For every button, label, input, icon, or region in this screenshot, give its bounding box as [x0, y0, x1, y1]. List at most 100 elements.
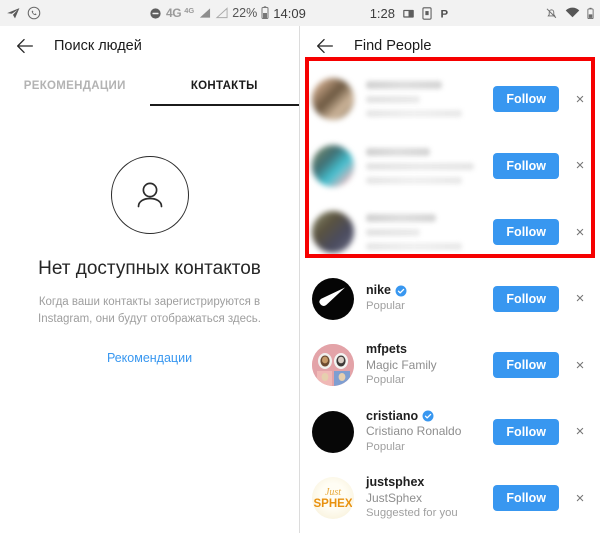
username-row: nike: [366, 283, 493, 299]
user-meta: [366, 214, 493, 251]
empty-state-title: Нет доступных контактов: [38, 258, 261, 279]
svg-text:Just: Just: [325, 487, 341, 498]
verified-badge-icon: [395, 285, 407, 297]
tab-contacts-label: КОНТАКТЫ: [190, 80, 258, 92]
screenshot-root: 4G 4G 22% 14:09 1:28 P Поиск людей РЕКОМ…: [0, 0, 600, 533]
redacted-fullname: [366, 162, 474, 170]
tab-recommendations[interactable]: РЕКОМЕНДАЦИИ: [0, 66, 150, 106]
parking-p-icon: P: [439, 7, 450, 19]
clock-label: 14:09: [273, 5, 306, 21]
close-icon[interactable]: ×: [568, 220, 592, 244]
user-fullname: Cristiano Ronaldo: [366, 424, 462, 439]
close-icon[interactable]: ×: [568, 154, 592, 178]
svg-text:P: P: [440, 8, 448, 19]
user-meta: [366, 81, 493, 118]
telegram-icon: [6, 6, 21, 21]
back-arrow-icon[interactable]: [314, 35, 336, 57]
close-icon[interactable]: ×: [568, 353, 592, 377]
network-type-secondary-label: 4G: [184, 5, 195, 15]
justsphex-logo-avatar: Just SPHEX: [314, 487, 353, 510]
list-item[interactable]: Follow ×: [300, 199, 600, 266]
avatar: [312, 410, 354, 453]
user-fullname: JustSphex: [366, 490, 423, 505]
do-not-disturb-icon: [149, 7, 162, 20]
username-row: mfpets: [366, 342, 493, 358]
redacted-note: [366, 176, 462, 184]
follow-button[interactable]: Follow: [493, 86, 559, 113]
follow-button[interactable]: Follow: [493, 152, 559, 179]
user-meta: nike Popular: [366, 283, 493, 314]
right-panel-find-people-screen: Find People Follow × Follow × Follow × n…: [300, 26, 600, 533]
user-meta: cristiano Cristiano Ronaldo Popular: [366, 409, 493, 455]
redacted-fullname: [366, 96, 420, 104]
list-item[interactable]: nike Popular Follow ×: [300, 266, 600, 333]
list-item[interactable]: mfpets Magic Family Popular Follow ×: [300, 332, 600, 399]
username-label: justsphex: [366, 475, 425, 490]
avatar: [312, 78, 354, 121]
secondary-clock-label: 1:28: [369, 5, 395, 21]
close-icon[interactable]: ×: [568, 420, 592, 444]
redacted-note: [366, 110, 462, 118]
close-icon[interactable]: ×: [568, 486, 592, 510]
back-arrow-icon[interactable]: [14, 35, 36, 57]
username-row: justsphex: [366, 475, 493, 491]
battery-percent-label: 22%: [232, 6, 258, 20]
tab-contacts[interactable]: КОНТАКТЫ: [149, 66, 300, 106]
signal-bars-icon-1: [198, 7, 211, 19]
username-row: cristiano: [366, 409, 493, 425]
page-title: Поиск людей: [54, 38, 142, 54]
close-icon[interactable]: ×: [568, 287, 592, 311]
battery-icon: [261, 6, 269, 20]
network-type-label: 4G: [166, 6, 182, 20]
svg-text:SPHEX: SPHEX: [314, 498, 353, 510]
left-panel-contacts-screen: Поиск людей РЕКОМЕНДАЦИИ КОНТАКТЫ Нет до…: [0, 26, 300, 533]
empty-state-subtitle: Когда ваши контакты зарегистрируются в I…: [38, 295, 261, 326]
follow-button[interactable]: Follow: [493, 219, 559, 246]
people-list: Follow × Follow × Follow × nike Popular …: [300, 66, 600, 532]
sim-card-icon: [422, 6, 432, 20]
user-note: Suggested for you: [366, 507, 458, 520]
avatar: [312, 144, 354, 187]
avatar: Just SPHEX: [312, 477, 354, 520]
redacted-username: [366, 214, 436, 223]
avatar: [312, 277, 354, 320]
page-title: Find People: [354, 38, 432, 54]
right-app-bar: Find People: [300, 26, 600, 66]
guinea-pigs-photo-avatar: [312, 344, 354, 387]
user-note: Popular: [366, 374, 405, 387]
signal-bars-icon-2: [215, 7, 228, 19]
follow-button[interactable]: Follow: [493, 418, 559, 445]
nike-swoosh-icon: [319, 287, 345, 306]
redacted-note: [366, 243, 462, 251]
list-item[interactable]: Just SPHEX justsphex JustSphex Suggested…: [300, 465, 600, 532]
list-item[interactable]: Follow ×: [300, 133, 600, 200]
avatar: [312, 211, 354, 254]
username-label: mfpets: [366, 342, 407, 357]
left-app-bar: Поиск людей: [0, 26, 299, 66]
recommendations-link[interactable]: Рекомендации: [107, 351, 192, 365]
list-item[interactable]: Follow ×: [300, 66, 600, 133]
status-bar-right-icons: 1:28 P: [370, 6, 594, 21]
battery-level-icon: [587, 7, 594, 20]
follow-button[interactable]: Follow: [493, 352, 559, 379]
screenshot-icon: [402, 7, 415, 20]
user-meta: justsphex JustSphex Suggested for you: [366, 475, 493, 521]
contacts-tabs: РЕКОМЕНДАЦИИ КОНТАКТЫ: [0, 66, 299, 106]
user-note: Popular: [366, 440, 405, 453]
user-note: Popular: [366, 299, 405, 312]
redacted-username: [366, 147, 430, 156]
follow-button[interactable]: Follow: [493, 285, 559, 312]
list-item[interactable]: cristiano Cristiano Ronaldo Popular Foll…: [300, 399, 600, 466]
status-bar-center-icons: 4G 4G 22% 14:09: [149, 6, 306, 21]
status-bar-left-icons: [6, 6, 41, 21]
whatsapp-icon: [27, 6, 41, 20]
username-label: nike: [366, 283, 392, 298]
close-icon[interactable]: ×: [568, 87, 592, 111]
redacted-fullname: [366, 229, 420, 237]
status-bar: 4G 4G 22% 14:09 1:28 P: [0, 0, 600, 26]
tab-recommendations-label: РЕКОМЕНДАЦИИ: [23, 80, 126, 92]
user-meta: mfpets Magic Family Popular: [366, 342, 493, 388]
user-meta: [366, 147, 493, 184]
follow-button[interactable]: Follow: [493, 485, 559, 512]
mute-bell-icon: [545, 7, 558, 20]
